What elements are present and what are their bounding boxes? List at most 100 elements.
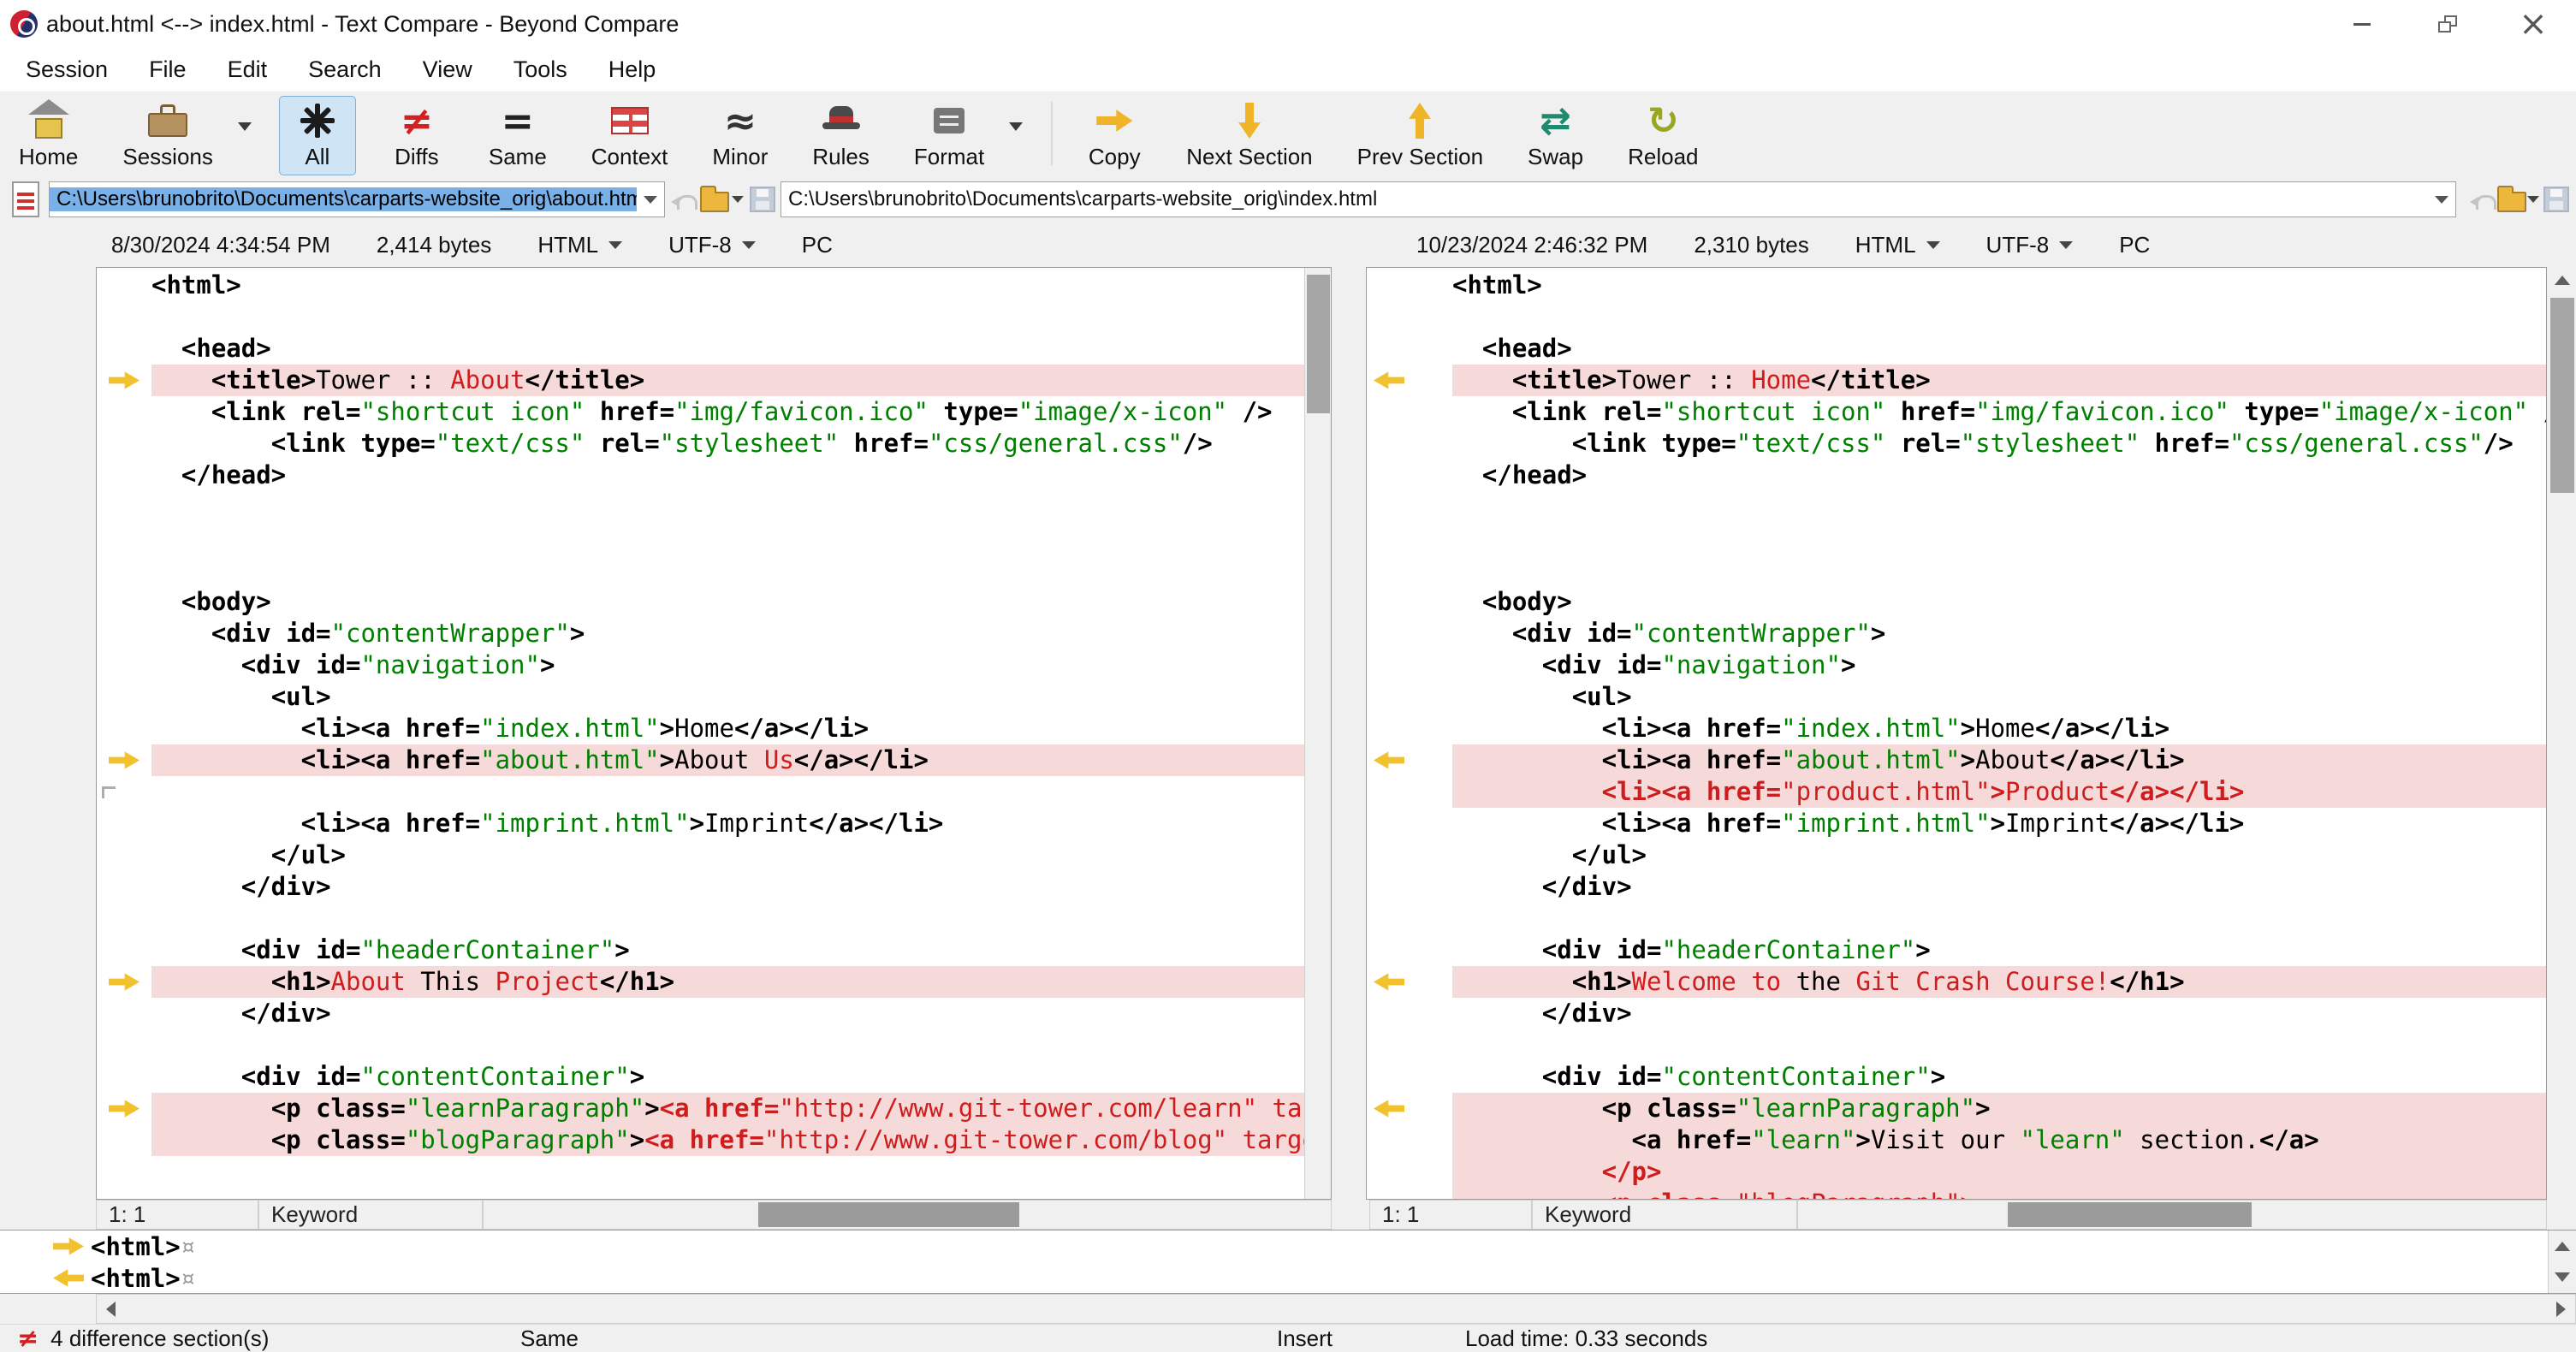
menu-item-edit[interactable]: Edit — [207, 50, 288, 89]
triangle-up-icon — [2555, 275, 2570, 285]
toolbar-home-button[interactable]: Home — [9, 97, 88, 175]
detail-scroll-right-button[interactable] — [2547, 1295, 2575, 1323]
toolbar-sessions-button[interactable]: Sessions — [112, 97, 223, 175]
right-path-combo[interactable]: C:\Users\brunobrito\Documents\carparts-w… — [781, 181, 2456, 217]
left-vertical-scrollbar[interactable] — [1304, 268, 1331, 1199]
toolbar-diffs-button[interactable]: ≠ Diffs — [379, 97, 454, 175]
alignment-gap-icon — [102, 786, 116, 798]
menu-item-help[interactable]: Help — [588, 50, 677, 89]
toolbar-same-button[interactable]: = Same — [478, 97, 557, 175]
detail-marker-right-icon — [53, 1237, 84, 1255]
detail-scrollbar[interactable] — [2548, 1230, 2576, 1293]
code-line: <li><a href="about.html">About</a></li> — [1367, 744, 2546, 776]
code-line — [97, 903, 1304, 934]
minimize-button[interactable] — [2319, 0, 2405, 48]
toolbar-format-dropdown-icon[interactable] — [1005, 105, 1027, 148]
right-horizontal-scrollbar[interactable] — [1797, 1200, 2547, 1230]
detail-marker-left-icon — [53, 1269, 84, 1287]
chevron-down-icon — [2059, 241, 2074, 249]
left-path-combo[interactable]: C:\Users\brunobrito\Documents\carparts-w… — [49, 181, 665, 217]
toolbar: Home Sessions All ≠ Diffs = Same Context ≈ Minor R… — [0, 92, 2576, 175]
close-button[interactable]: × — [2490, 0, 2576, 48]
toolbar-reload-label: Reload — [1628, 144, 1699, 169]
menu-item-tools[interactable]: Tools — [493, 50, 588, 89]
right-browse-button[interactable] — [2497, 183, 2526, 216]
toolbar-prev-section-button[interactable]: Prev Section — [1347, 97, 1493, 175]
left-path-dropdown-icon[interactable] — [637, 182, 664, 216]
title-bar: about.html <--> index.html - Text Compar… — [0, 0, 2576, 48]
right-code-pane[interactable]: <html> <head> <title>Tower :: Home</titl… — [1366, 267, 2547, 1200]
code-line: <div id="headerContainer"> — [97, 934, 1304, 966]
detail-line[interactable]: <html> ¤ — [0, 1262, 2576, 1294]
right-hscroll-thumb[interactable] — [2008, 1202, 2252, 1227]
beyond-compare-app-icon[interactable] — [10, 10, 38, 38]
detail-line[interactable]: <html> ¤ — [0, 1230, 2576, 1262]
revert-icon — [671, 192, 697, 210]
detail-scroll-down-button[interactable] — [2549, 1261, 2576, 1292]
left-revert-button[interactable] — [669, 183, 698, 216]
toolbar-format-button[interactable]: Format — [904, 97, 994, 175]
code-line: <a href="learn">Visit our "learn" sectio… — [1367, 1124, 2546, 1156]
left-hscroll-thumb[interactable] — [758, 1202, 1019, 1227]
right-path-text: C:\Users\brunobrito\Documents\carparts-w… — [788, 187, 1378, 211]
left-browse-dropdown-icon[interactable] — [729, 183, 746, 216]
code-line: <ul> — [1367, 681, 2546, 713]
detail-scroll-up-button[interactable] — [2549, 1230, 2576, 1261]
code-line: </ul> — [1367, 839, 2546, 871]
toolbar-reload-button[interactable]: ↻ Reload — [1617, 97, 1708, 175]
code-line: <ul> — [97, 681, 1304, 713]
left-encoding-value: UTF-8 — [668, 232, 732, 258]
code-line: <p class="blogParagraph"><a href="http:/… — [97, 1124, 1304, 1156]
diff-section-marker-right-icon — [109, 973, 139, 991]
code-line: <div id="contentContainer"> — [97, 1061, 1304, 1093]
toolbar-context-button[interactable]: Context — [581, 97, 679, 175]
right-encoding-dropdown[interactable]: UTF-8 — [1986, 232, 2074, 258]
left-save-button[interactable] — [748, 183, 777, 216]
toolbar-sessions-dropdown-icon[interactable] — [234, 105, 256, 148]
detail-scroll-left-button[interactable] — [97, 1295, 125, 1323]
menu-item-view[interactable]: View — [402, 50, 493, 89]
left-scrollbar-thumb[interactable] — [1307, 275, 1330, 413]
menu-item-search[interactable]: Search — [288, 50, 402, 89]
left-file-modified: 8/30/2024 4:34:54 PM — [111, 232, 330, 258]
right-path-dropdown-icon[interactable] — [2428, 182, 2455, 216]
right-file-size: 2,310 bytes — [1694, 232, 1809, 258]
detail-horizontal-scrollbar[interactable] — [96, 1294, 2576, 1324]
toolbar-swap-button[interactable]: ⇄ Swap — [1517, 97, 1594, 175]
scroll-up-button[interactable] — [2549, 267, 2576, 293]
left-browse-button[interactable] — [700, 183, 729, 216]
right-format-dropdown[interactable]: HTML — [1855, 232, 1940, 258]
toolbar-next-section-button[interactable]: Next Section — [1176, 97, 1322, 175]
left-code-pane[interactable]: <html> <head> <title>Tower :: About</tit… — [96, 267, 1332, 1200]
code-line — [1367, 523, 2546, 554]
main-vertical-scrollbar[interactable] — [2549, 267, 2576, 1230]
main-scrollbar-thumb[interactable] — [2550, 298, 2574, 493]
right-encoding-value: UTF-8 — [1985, 232, 2050, 258]
code-line: <div id="navigation"> — [1367, 649, 2546, 681]
code-line: <link rel="shortcut icon" href="img/favi… — [1367, 396, 2546, 428]
beyond-compare-window: about.html <--> index.html - Text Compar… — [0, 0, 2576, 1352]
code-line: </div> — [1367, 998, 2546, 1029]
toolbar-rules-label: Rules — [812, 144, 870, 169]
code-line: <li><a href="imprint.html">Imprint</a></… — [1367, 808, 2546, 839]
restore-button[interactable] — [2405, 0, 2490, 48]
right-revert-button[interactable] — [2468, 183, 2497, 216]
left-horizontal-scrollbar[interactable] — [483, 1200, 1332, 1230]
left-encoding-dropdown[interactable]: UTF-8 — [668, 232, 756, 258]
toolbar-minor-button[interactable]: ≈ Minor — [702, 97, 778, 175]
diff-section-marker-right-icon — [109, 371, 139, 389]
toolbar-rules-button[interactable]: Rules — [802, 97, 879, 175]
window-controls: × — [2319, 0, 2576, 48]
toolbar-all-button[interactable]: All — [278, 96, 356, 175]
equal-icon: = — [501, 98, 535, 144]
right-save-button[interactable] — [2542, 183, 2571, 216]
right-browse-dropdown-icon[interactable] — [2525, 183, 2542, 216]
left-format-dropdown[interactable]: HTML — [537, 232, 623, 258]
diff-section-marker-right-icon — [109, 1100, 139, 1118]
triangle-left-icon — [106, 1301, 116, 1317]
toolbar-copy-button[interactable]: Copy — [1077, 97, 1152, 175]
menu-item-file[interactable]: File — [128, 50, 207, 89]
menu-item-session[interactable]: Session — [5, 50, 128, 89]
save-icon — [2543, 187, 2569, 212]
code-line: <div id="contentWrapper"> — [1367, 618, 2546, 649]
